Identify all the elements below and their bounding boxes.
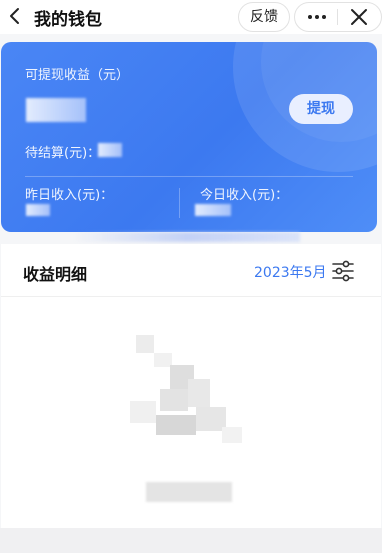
empty-state-text-redacted bbox=[146, 482, 232, 502]
card-shadow-smear bbox=[74, 232, 300, 242]
footer-area bbox=[0, 528, 382, 553]
filter-icon[interactable] bbox=[331, 260, 355, 282]
card-column-divider bbox=[179, 188, 180, 218]
section-divider bbox=[1, 296, 381, 297]
menu-capsule bbox=[294, 2, 382, 32]
feedback-button[interactable]: 反馈 bbox=[238, 2, 290, 32]
yesterday-income-label: 昨日收入(元)： bbox=[25, 188, 114, 203]
income-detail-title: 收益明细 bbox=[23, 265, 88, 284]
page-title: 我的钱包 bbox=[34, 10, 102, 30]
withdrawable-amount-redacted bbox=[26, 98, 86, 122]
chevron-left-icon[interactable] bbox=[4, 5, 26, 27]
today-income-redacted bbox=[195, 204, 231, 216]
pending-label: 待结算(元)： bbox=[25, 146, 101, 161]
withdraw-button[interactable]: 提现 bbox=[289, 94, 353, 124]
card-divider bbox=[25, 176, 353, 177]
capsule-divider bbox=[337, 9, 338, 25]
yesterday-income-redacted bbox=[26, 204, 50, 216]
more-icon[interactable] bbox=[301, 3, 333, 31]
wallet-card: 可提现收益（元） 提现 待结算(元)： 昨日收入(元)： 今日收入(元)： bbox=[1, 42, 377, 232]
empty-state-illustration bbox=[130, 335, 242, 443]
pending-amount-redacted bbox=[98, 143, 122, 157]
title-bar: 我的钱包 反馈 bbox=[0, 0, 382, 34]
close-icon[interactable] bbox=[343, 3, 375, 31]
month-selector[interactable]: 2023年5月 bbox=[254, 262, 327, 282]
today-income-label: 今日收入(元)： bbox=[200, 188, 289, 203]
withdrawable-label: 可提现收益（元） bbox=[25, 68, 130, 83]
